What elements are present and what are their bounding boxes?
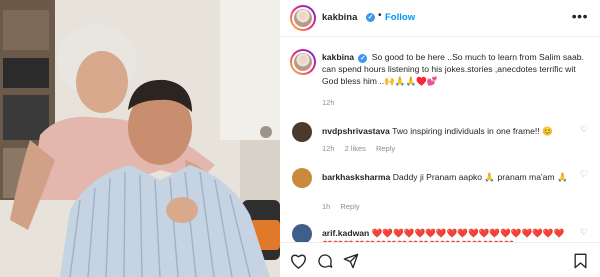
heart-icon[interactable] bbox=[290, 253, 307, 269]
comment-text-block: nvdpshrivastava Two inspiring individual… bbox=[322, 125, 572, 137]
comment-username[interactable]: arif.kadwan bbox=[322, 228, 369, 238]
photo-illustration bbox=[0, 0, 280, 277]
more-options-icon[interactable]: ••• bbox=[572, 8, 588, 24]
author-avatar[interactable] bbox=[290, 5, 316, 31]
post-panel: kakbina ✓ • Follow ••• kakbina ✓ So good… bbox=[280, 0, 600, 277]
comment-avatar[interactable] bbox=[292, 224, 312, 242]
comment-reply-button[interactable]: Reply bbox=[340, 202, 359, 211]
comment-avatar[interactable] bbox=[292, 122, 312, 142]
comment-likes[interactable]: 2 likes bbox=[345, 144, 366, 153]
comment-text-block: arif.kadwan ❤️❤️❤️❤️❤️❤️❤️❤️❤️❤️❤️❤️❤️❤️… bbox=[322, 227, 572, 242]
comment-avatar[interactable] bbox=[292, 168, 312, 188]
comment-time: 12h bbox=[322, 144, 335, 153]
caption-time: 12h bbox=[322, 98, 335, 107]
comment-icon[interactable] bbox=[317, 253, 333, 269]
follow-button[interactable]: Follow bbox=[385, 12, 415, 23]
comment-like-icon[interactable]: ♡ bbox=[580, 169, 588, 180]
verified-badge-icon: ✓ bbox=[366, 12, 375, 22]
comment-username[interactable]: barkhasksharma bbox=[322, 172, 390, 182]
caption-meta: 12h bbox=[322, 98, 343, 107]
comment-text-block: barkhasksharma Daddy ji Pranam aapko 🙏 p… bbox=[322, 171, 572, 183]
caption-text-block: kakbina ✓ So good to be here ..So much t… bbox=[322, 51, 592, 87]
author-username[interactable]: kakbina bbox=[322, 12, 357, 23]
post-header: kakbina ✓ • Follow ••• bbox=[280, 0, 600, 37]
caption-avatar[interactable] bbox=[290, 49, 316, 75]
comment-like-icon[interactable]: ♡ bbox=[580, 227, 588, 238]
comments-list: kakbina ✓ So good to be here ..So much t… bbox=[280, 38, 600, 242]
caption-verified-icon: ✓ bbox=[358, 54, 368, 63]
comment-reply-button[interactable]: Reply bbox=[376, 144, 395, 153]
separator-dot: • bbox=[378, 10, 382, 21]
post-photo bbox=[0, 0, 280, 277]
comment-text: Two inspiring individuals in one frame!!… bbox=[392, 126, 553, 136]
comment-text: Daddy ji Pranam aapko 🙏 pranam ma'am 🙏 bbox=[392, 172, 568, 182]
action-bar bbox=[280, 242, 600, 277]
comment-username[interactable]: nvdpshrivastava bbox=[322, 126, 390, 136]
share-icon[interactable] bbox=[343, 253, 359, 269]
comment-meta: 12h 2 likes Reply bbox=[322, 144, 403, 153]
comment-time: 1h bbox=[322, 202, 331, 211]
comment-meta: 1h Reply bbox=[322, 202, 368, 211]
comment-like-icon[interactable]: ♡ bbox=[580, 124, 588, 135]
caption-username[interactable]: kakbina bbox=[322, 52, 354, 62]
save-icon[interactable] bbox=[573, 253, 588, 269]
